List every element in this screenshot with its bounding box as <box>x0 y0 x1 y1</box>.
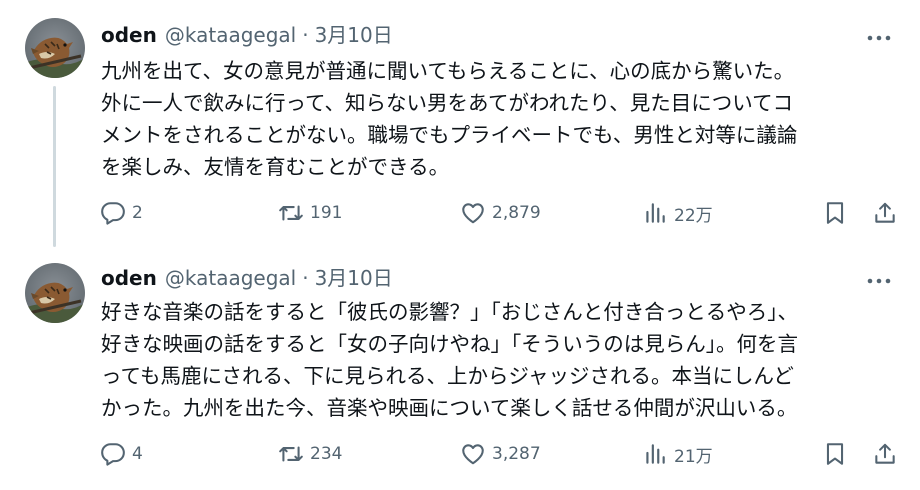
bookmark-icon <box>826 202 844 224</box>
avatar[interactable] <box>25 18 85 78</box>
like-button[interactable]: 3,287 <box>460 439 541 469</box>
share-upload-icon <box>875 443 895 464</box>
share-button[interactable] <box>872 198 898 228</box>
tweet[interactable]: oden @kataagegal · 3月10日 九州を出て、女の意見が普通に聞… <box>0 0 920 247</box>
tweet-text-line: かった。九州を出た今、音楽や映画について楽しく話せる仲間が沢山いる。 <box>101 396 798 420</box>
retweet-arrows-icon <box>279 446 303 462</box>
views-count: 21万 <box>674 446 713 467</box>
author-name[interactable]: oden <box>101 265 157 291</box>
tweet-text-line: 外に一人で飲みに行って、知らない男をあてがわれたり、見た目についてコ <box>101 91 794 115</box>
reply-button[interactable]: 4 <box>100 439 143 469</box>
tweet-date[interactable]: 3月10日 <box>315 265 393 291</box>
heart-icon <box>462 203 484 224</box>
speech-bubble-icon <box>101 443 125 466</box>
reply-count: 2 <box>132 203 143 223</box>
tweet-text-line: 好きな映画の話をすると「女の子向けやね」「そういうのは見らん」。何を言 <box>101 332 798 356</box>
more-dots-icon[interactable] <box>866 271 892 291</box>
tweet-header: oden @kataagegal · 3月10日 <box>101 22 393 48</box>
tweet-text-line: を楽しみ、友情を育むことができる。 <box>101 155 450 179</box>
speech-bubble-icon <box>101 202 125 225</box>
avatar-bird-image <box>25 263 85 323</box>
retweet-arrows-icon <box>279 205 303 221</box>
separator-dot: · <box>302 266 309 290</box>
tweet[interactable]: oden @kataagegal · 3月10日 好きな音楽の話をすると「彼氏の… <box>0 247 920 490</box>
tweet-text-line: っても馬鹿にされる、下に見られる、上からジャッジされる。本当にしんど <box>101 364 794 388</box>
share-upload-icon <box>875 202 895 223</box>
views-button[interactable]: 22万 <box>642 198 713 228</box>
author-handle[interactable]: @kataagegal <box>165 22 296 48</box>
bookmark-button[interactable] <box>822 439 848 469</box>
share-button[interactable] <box>872 439 898 469</box>
views-count: 22万 <box>674 205 713 226</box>
tweet-text-line: メントをされることがない。職場でもプライベートでも、男性と対等に議論 <box>101 123 798 147</box>
bar-chart-icon <box>646 444 665 464</box>
reply-button[interactable]: 2 <box>100 198 143 228</box>
tweet-text: 好きな音楽の話をすると「彼氏の影響？」「おじさんと付き合っとるやろ」、 好きな映… <box>101 296 891 424</box>
tweet-text-line: 好きな音楽の話をすると「彼氏の影響？」「おじさんと付き合っとるやろ」、 <box>101 300 798 324</box>
tweet-actions: 4 234 3,287 21万 <box>0 439 920 469</box>
bookmark-button[interactable] <box>822 198 848 228</box>
bookmark-icon <box>826 443 844 465</box>
retweet-button[interactable]: 234 <box>278 439 342 469</box>
retweet-count: 234 <box>310 444 343 464</box>
retweet-button[interactable]: 191 <box>278 198 342 228</box>
tweet-header: oden @kataagegal · 3月10日 <box>101 265 393 291</box>
retweet-count: 191 <box>310 203 343 223</box>
tweet-date[interactable]: 3月10日 <box>315 22 393 48</box>
tweet-text-line: 九州を出て、女の意見が普通に聞いてもらえることに、心の底から驚いた。 <box>101 59 795 83</box>
reply-count: 4 <box>132 444 143 464</box>
avatar-bird-image <box>25 18 85 78</box>
separator-dot: · <box>302 23 309 47</box>
avatar[interactable] <box>25 263 85 323</box>
heart-icon <box>462 444 484 465</box>
more-dots-icon[interactable] <box>866 28 892 48</box>
views-button[interactable]: 21万 <box>642 439 713 469</box>
author-handle[interactable]: @kataagegal <box>165 265 296 291</box>
like-count: 3,287 <box>492 444 541 464</box>
author-name[interactable]: oden <box>101 22 157 48</box>
like-button[interactable]: 2,879 <box>460 198 541 228</box>
bar-chart-icon <box>646 203 665 223</box>
tweet-text: 九州を出て、女の意見が普通に聞いてもらえることに、心の底から驚いた。 外に一人で… <box>101 55 891 183</box>
tweet-actions: 2 191 2,879 22万 <box>0 198 920 228</box>
like-count: 2,879 <box>492 203 541 223</box>
